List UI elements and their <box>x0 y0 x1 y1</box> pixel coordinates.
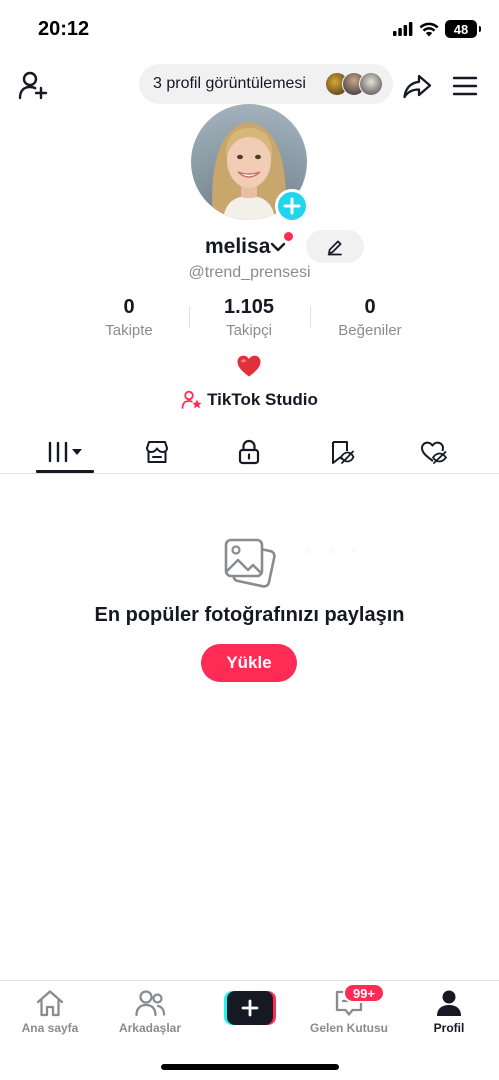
add-friend-icon <box>18 71 48 100</box>
profile-views-pill[interactable]: 3 profil görüntülemesi <box>139 64 393 104</box>
stat-value: 1.105 <box>223 296 275 318</box>
profile-icon <box>437 990 461 1016</box>
menu-icon <box>452 76 478 96</box>
status-bar: 20:12 48 <box>0 0 499 56</box>
dot <box>328 548 334 554</box>
tab-saved[interactable] <box>312 430 372 474</box>
create-layer-black <box>227 991 273 1025</box>
create-button[interactable] <box>224 991 276 1025</box>
active-tab-indicator <box>36 470 94 473</box>
upload-button[interactable]: Yükle <box>201 644 297 682</box>
battery-level: 48 <box>453 21 469 37</box>
saved-hidden-icon <box>332 441 355 464</box>
creator-star-icon <box>181 390 202 409</box>
tab-liked[interactable] <box>404 430 464 474</box>
share-icon <box>403 74 432 99</box>
stat-value: 0 <box>123 296 135 318</box>
nav-friends[interactable]: Arkadaşlar <box>100 987 200 1043</box>
home-indicator[interactable] <box>161 1064 339 1070</box>
stat-label: Takipte <box>105 322 153 339</box>
stat-following[interactable]: 0 Takipte <box>69 296 189 339</box>
stat-label: Takipçi <box>226 322 272 339</box>
nav-home[interactable]: Ana sayfa <box>0 987 100 1043</box>
notification-dot <box>284 232 293 241</box>
edit-profile-button[interactable] <box>306 230 364 263</box>
nav-label: Gelen Kutusu <box>309 1021 388 1035</box>
grid-dropdown-icon <box>48 441 82 463</box>
menu-button[interactable] <box>451 72 479 100</box>
top-bar: 3 profil görüntülemesi <box>0 62 499 108</box>
profile-views-text: 3 profil görüntülemesi <box>153 75 306 92</box>
nav-label: Ana sayfa <box>21 1021 79 1035</box>
battery-icon: 48 <box>445 20 481 38</box>
inbox-badge: 99+ <box>343 983 385 1003</box>
stat-value: 0 <box>364 296 376 318</box>
friends-icon <box>135 990 166 1017</box>
status-time: 20:12 <box>38 18 90 40</box>
signal-icon <box>393 22 413 36</box>
pencil-icon <box>327 240 342 255</box>
profile-handle: @trend_prensesi <box>188 264 311 281</box>
nav-label: Arkadaşlar <box>118 1021 182 1035</box>
share-profile-button[interactable] <box>401 70 433 102</box>
bio-heart <box>237 355 261 377</box>
liked-hidden-icon <box>421 441 448 464</box>
profile-tabs <box>0 430 499 474</box>
name-row: melisa <box>0 230 499 264</box>
empty-state-title: En popüler fotoğrafınızı paylaşın <box>94 604 405 626</box>
tab-shop[interactable] <box>127 430 187 474</box>
dot <box>306 548 312 554</box>
stat-followers[interactable]: 1.105 Takipçi <box>189 296 309 339</box>
nav-profile[interactable]: Profil <box>399 987 499 1043</box>
tab-private[interactable] <box>219 430 279 474</box>
create-icon <box>241 999 259 1017</box>
stat-label: Beğeniler <box>338 322 402 339</box>
shop-icon <box>146 441 168 463</box>
add-friend-button[interactable] <box>16 68 50 102</box>
status-icons: 48 <box>393 20 481 38</box>
stat-likes[interactable]: 0 Beğeniler <box>310 296 430 339</box>
lock-icon <box>238 439 260 465</box>
viewer-avatar <box>359 72 383 96</box>
tab-videos[interactable] <box>35 430 95 474</box>
profile-username[interactable]: melisa <box>205 235 270 259</box>
viewer-avatars <box>325 72 383 96</box>
nav-label: Profil <box>433 1021 465 1035</box>
photo-stack-icon <box>224 538 276 588</box>
tiktok-studio-link[interactable]: TikTok Studio <box>0 388 499 412</box>
profile-stats: 0 Takipte 1.105 Takipçi 0 Beğeniler <box>0 296 499 344</box>
home-icon <box>36 990 64 1017</box>
faint-dots <box>306 548 356 554</box>
wifi-icon <box>419 22 439 36</box>
add-story-button[interactable] <box>275 189 309 223</box>
studio-link-label: TikTok Studio <box>207 390 318 409</box>
plus-icon <box>283 197 301 215</box>
dot <box>350 548 356 554</box>
